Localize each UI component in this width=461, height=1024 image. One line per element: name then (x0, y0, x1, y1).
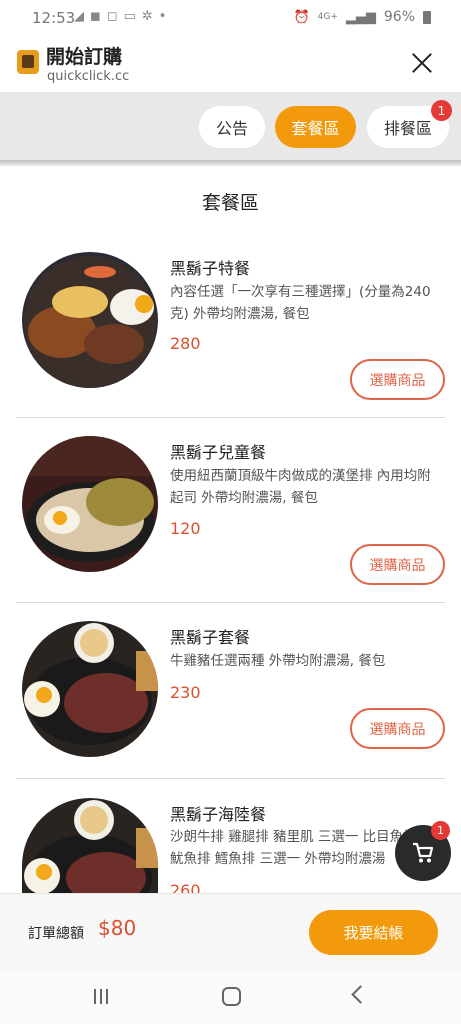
battery-icon (423, 10, 431, 24)
select-item-button[interactable]: 選購商品 (350, 708, 445, 749)
system-icons: ⏰ 4G+ ▂▄▆ 96% (293, 9, 431, 25)
item-divider (16, 778, 445, 779)
order-summary-bar: 訂單總額 $80 我要結帳 (0, 893, 461, 971)
item-image[interactable] (22, 436, 158, 572)
section-title: 套餐區 (201, 192, 259, 214)
cart-badge: 1 (431, 821, 450, 840)
tab-steak-meals[interactable]: 排餐區 1 (367, 100, 452, 148)
item-name: 黑鬍子兒童餐 (170, 443, 267, 462)
cart-icon (413, 842, 434, 863)
item-description: 內容任選「一次享有三種選擇」(分量為240克) 外帶均附濃湯, 餐包 (170, 284, 431, 322)
order-total-label: 訂單總額 (28, 926, 84, 942)
item-divider (16, 602, 445, 603)
battery-text: 96% (383, 9, 415, 25)
category-tab-bar: 公告 套餐區 排餐區 1 (0, 92, 461, 160)
recent-apps-icon[interactable] (94, 989, 108, 1004)
page-url: quickclick.cc (47, 69, 130, 84)
checkout-button[interactable]: 我要結帳 (309, 910, 438, 955)
cart-button[interactable]: 1 (395, 821, 451, 881)
select-item-button[interactable]: 選購商品 (350, 359, 445, 400)
item-price: 260 (170, 881, 201, 893)
notification-icons: ◢ ◼ ◻ ▭ ✲ • (74, 9, 166, 24)
item-description: 牛雞豬任選兩種 外帶均附濃湯, 餐包 (170, 653, 386, 669)
item-name: 黑鬍子特餐 (170, 259, 251, 278)
instagram-icon: ◻ (106, 9, 118, 24)
item-image[interactable] (22, 798, 158, 893)
facebook-icon: ◼ (90, 9, 101, 24)
close-icon[interactable] (409, 50, 435, 76)
item-image[interactable] (22, 252, 158, 388)
item-image[interactable] (22, 621, 158, 757)
telegram-icon: ◢ (74, 9, 84, 24)
item-price: 280 (170, 334, 201, 353)
tab-label: 公告 (215, 119, 248, 138)
system-nav-bar (0, 971, 461, 1024)
select-item-button[interactable]: 選購商品 (350, 544, 445, 585)
status-bar: 12:53 ◢ ◼ ◻ ▭ ✲ • ⏰ 4G+ ▂▄▆ 96% (0, 0, 461, 36)
site-favicon-icon (17, 50, 39, 74)
item-description: 使用紐西蘭頂級牛肉做成的漢堡排 內用均附起司 外帶均附濃湯, 餐包 (170, 468, 431, 506)
dot-icon: • (158, 9, 167, 24)
tab-bar-divider (0, 160, 461, 166)
pinwheel-icon: ✲ (141, 9, 153, 24)
tab-announcement[interactable]: 公告 (199, 106, 265, 148)
line-icon: ▭ (123, 9, 136, 24)
tab-label: 排餐區 (383, 119, 432, 138)
back-icon[interactable] (351, 985, 370, 1004)
tab-set-meals[interactable]: 套餐區 (275, 106, 356, 148)
item-name: 黑鬍子海陸餐 (170, 805, 267, 824)
tab-label: 套餐區 (291, 119, 340, 138)
status-time: 12:53 (32, 9, 76, 27)
signal-icon: ▂▄▆ (345, 9, 376, 25)
item-name: 黑鬍子套餐 (170, 628, 251, 647)
browser-header: 開始訂購 quickclick.cc (0, 36, 461, 92)
order-total-amount: $80 (98, 916, 137, 940)
item-price: 230 (170, 683, 201, 702)
item-divider (16, 417, 445, 418)
signal-text: 4G+ (317, 12, 338, 22)
home-icon[interactable] (222, 987, 241, 1006)
alarm-icon: ⏰ (293, 9, 310, 25)
item-description: 沙朗牛排 雞腿排 豬里肌 三選一 比目魚排 魷魚排 鱈魚排 三選一 外帶均附濃湯 (170, 829, 417, 867)
page-title: 開始訂購 (46, 46, 123, 68)
tab-badge: 1 (431, 100, 452, 121)
item-price: 120 (170, 519, 201, 538)
